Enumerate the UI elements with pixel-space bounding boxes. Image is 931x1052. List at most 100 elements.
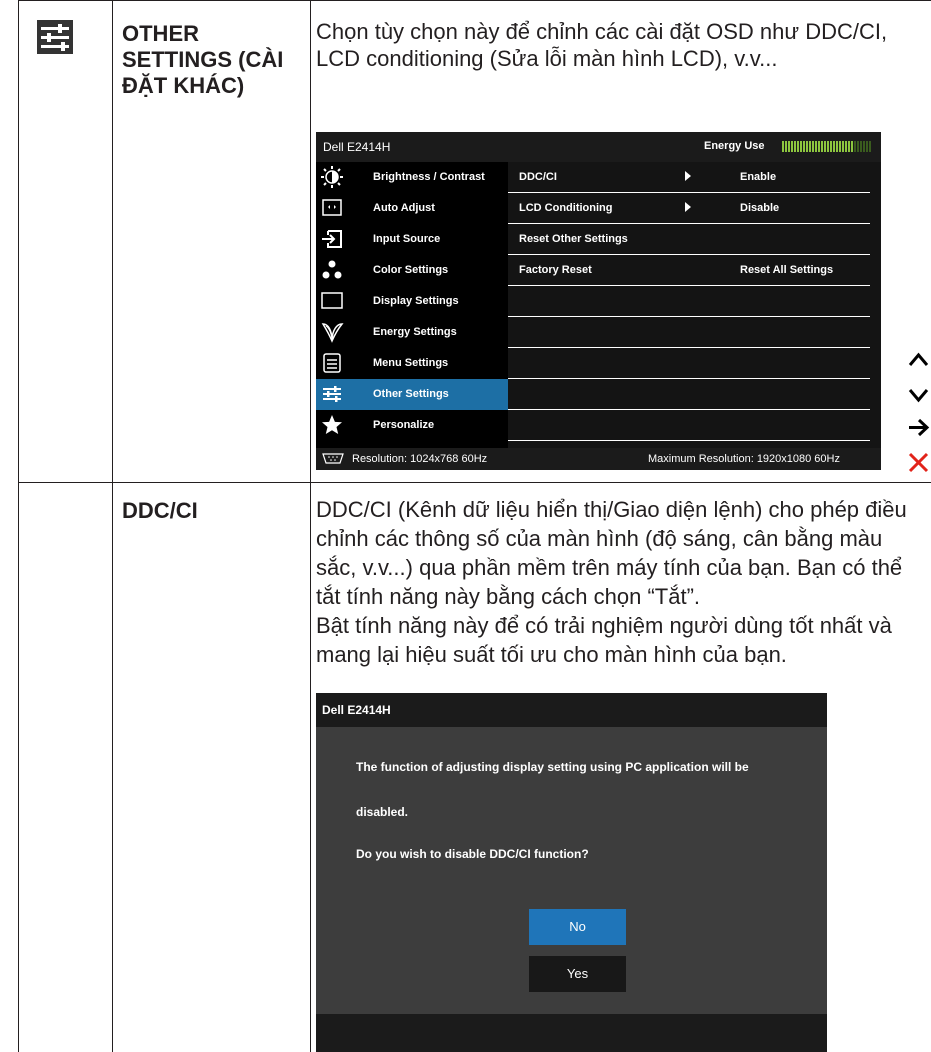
energy-bar-segment <box>821 141 823 152</box>
energy-bar-segment <box>824 141 826 152</box>
osd-menu-item-label: Personalize <box>373 419 435 431</box>
maximum-resolution: Maximum Resolution: 1920x1080 60Hz <box>648 453 840 465</box>
enter-arrow-icon[interactable] <box>906 415 931 440</box>
energy-bar-segment <box>851 141 853 152</box>
energy-bar-segment <box>839 141 841 152</box>
ddc-ci-description-paragraph-1: DDC/CI (Kênh dữ liệu hiển thị/Giao diện … <box>316 497 907 609</box>
energy-bar-segment <box>818 141 820 152</box>
no-button[interactable]: No <box>529 909 626 945</box>
energy-bar-segment <box>842 141 844 152</box>
energy-bar-segment <box>854 141 856 152</box>
osd-option-name: DDC/CI <box>519 171 557 183</box>
other-settings-title: OTHER SETTINGS (CÀI ĐẶT KHÁC) <box>122 21 284 98</box>
osd-menu-item-other-settings[interactable]: Other Settings <box>316 379 508 410</box>
dialog-message-line-2: disabled. <box>356 805 409 819</box>
osd-option-reset-other-settings[interactable]: Reset Other Settings <box>508 224 870 255</box>
other-settings-icon <box>323 386 341 402</box>
osd-option-empty <box>508 379 870 410</box>
energy-bar-segment <box>869 141 871 152</box>
energy-bar-segment <box>830 141 832 152</box>
osd-menu-item-label: Auto Adjust <box>373 202 435 214</box>
energy-bar-segment <box>833 141 835 152</box>
osd-option-empty <box>508 348 870 379</box>
osd-options-panel: DDC/CI Enable LCD Conditioning Disable R… <box>508 162 881 448</box>
energy-bar-segment <box>803 141 805 152</box>
energy-bar-segment <box>794 141 796 152</box>
osd-option-empty <box>508 317 870 348</box>
energy-settings-icon <box>321 323 344 343</box>
osd-menu-item-label: Brightness / Contrast <box>373 171 485 183</box>
osd-header: Dell E2414H Energy Use <box>316 132 881 162</box>
osd-menu-item-personalize[interactable]: Personalize <box>316 410 508 441</box>
table-col-divider-1 <box>112 0 113 1052</box>
osd-menu-item-brightness-contrast[interactable]: Brightness / Contrast <box>316 162 508 193</box>
osd-option-value: Disable <box>740 202 780 214</box>
energy-bar-segment <box>836 141 838 152</box>
energy-bar-segment <box>800 141 802 152</box>
current-resolution: Resolution: 1024x768 60Hz <box>352 453 488 465</box>
up-arrow-icon[interactable] <box>906 348 931 373</box>
osd-option-name: LCD Conditioning <box>519 202 613 214</box>
auto-adjust-icon <box>322 199 342 216</box>
ddc-ci-title: DDC/CI <box>122 498 198 523</box>
exit-x-icon[interactable] <box>906 450 931 475</box>
osd-menu-item-display-settings[interactable]: Display Settings <box>316 286 508 317</box>
energy-bar-segment <box>806 141 808 152</box>
osd-menu-item-energy-settings[interactable]: Energy Settings <box>316 317 508 348</box>
energy-bar-segment <box>788 141 790 152</box>
dialog-message-line-1: The function of adjusting display settin… <box>356 760 749 774</box>
energy-bar-segment <box>857 141 859 152</box>
osd-option-name: Reset Other Settings <box>519 233 628 245</box>
osd-option-ddc-ci[interactable]: DDC/CI Enable <box>508 162 870 193</box>
osd-menu-item-auto-adjust[interactable]: Auto Adjust <box>316 193 508 224</box>
personalize-star-icon <box>322 415 342 434</box>
osd-menu-item-menu-settings[interactable]: Menu Settings <box>316 348 508 379</box>
energy-bar-segment <box>827 141 829 152</box>
table-col-divider-2 <box>310 0 311 1052</box>
ddc-ci-description-paragraph-2: Bật tính năng này để có trải nghiệm ngườ… <box>316 613 892 667</box>
energy-bar-segment <box>797 141 799 152</box>
energy-bar-segment <box>848 141 850 152</box>
color-settings-icon <box>322 260 342 279</box>
table-top-border <box>18 0 931 1</box>
brightness-icon <box>321 166 343 188</box>
other-settings-description: Chọn tùy chọn này để chỉnh các cài đặt O… <box>316 19 888 71</box>
osd-energy-label: Energy Use <box>704 140 765 152</box>
down-arrow-icon[interactable] <box>906 382 931 407</box>
yes-button[interactable]: Yes <box>529 956 626 992</box>
dialog-footer <box>316 1014 827 1052</box>
menu-settings-icon <box>323 353 341 373</box>
energy-use-meter <box>782 141 872 152</box>
energy-bar-segment <box>815 141 817 152</box>
energy-bar-segment <box>809 141 811 152</box>
energy-bar-segment <box>866 141 868 152</box>
dialog-question: Do you wish to disable DDC/CI function? <box>356 847 589 861</box>
osd-option-name: Factory Reset <box>519 264 592 276</box>
osd-title: Dell E2414H <box>323 140 391 154</box>
osd-menu-item-label: Display Settings <box>373 295 459 307</box>
energy-bar-segment <box>791 141 793 152</box>
osd-menu-item-label: Color Settings <box>373 264 449 276</box>
osd-menu-item-label: Other Settings <box>373 388 449 400</box>
osd-menu-item-color-settings[interactable]: Color Settings <box>316 255 508 286</box>
energy-bar-segment <box>863 141 865 152</box>
dialog-header: Dell E2414H <box>316 693 827 727</box>
osd-menu-item-label: Input Source <box>373 233 441 245</box>
display-settings-icon <box>321 292 343 309</box>
osd-option-empty <box>508 410 870 441</box>
energy-bar-segment <box>845 141 847 152</box>
osd-option-empty <box>508 286 870 317</box>
osd-option-factory-reset[interactable]: Factory Reset Reset All Settings <box>508 255 870 286</box>
osd-menu-item-label: Menu Settings <box>373 357 449 369</box>
energy-bar-segment <box>812 141 814 152</box>
osd-menu-item-label: Energy Settings <box>373 326 457 338</box>
other-settings-sliders-icon <box>37 20 73 54</box>
energy-bar-segment <box>860 141 862 152</box>
energy-bar-segment <box>782 141 784 152</box>
ddc-ci-description: DDC/CI (Kênh dữ liệu hiển thị/Giao diện … <box>316 495 928 669</box>
input-source-icon <box>322 230 342 248</box>
osd-menu-item-input-source[interactable]: Input Source <box>316 224 508 255</box>
osd-footer: Resolution: 1024x768 60Hz Maximum Resolu… <box>316 448 881 470</box>
osd-option-lcd-conditioning[interactable]: LCD Conditioning Disable <box>508 193 870 224</box>
divider <box>508 440 870 441</box>
